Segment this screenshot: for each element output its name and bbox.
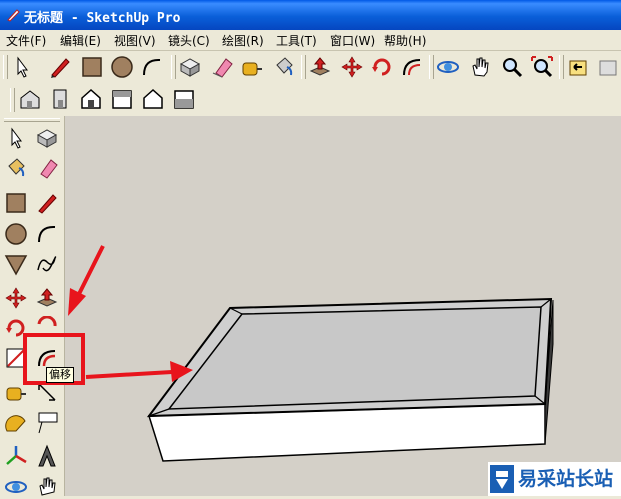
offset-tooltip: 偏移 [46,367,74,383]
annotation-arrowhead [68,288,86,316]
annotation-arrow-line [85,370,173,379]
watermark-brand: 易采站长站 [518,468,614,490]
site-watermark: 易采站长站 [488,462,621,496]
watermark-logo [490,465,514,493]
annotation-overlay [68,245,193,382]
annotation-arrow-line [76,245,105,297]
annotation-arrowhead [170,361,193,382]
